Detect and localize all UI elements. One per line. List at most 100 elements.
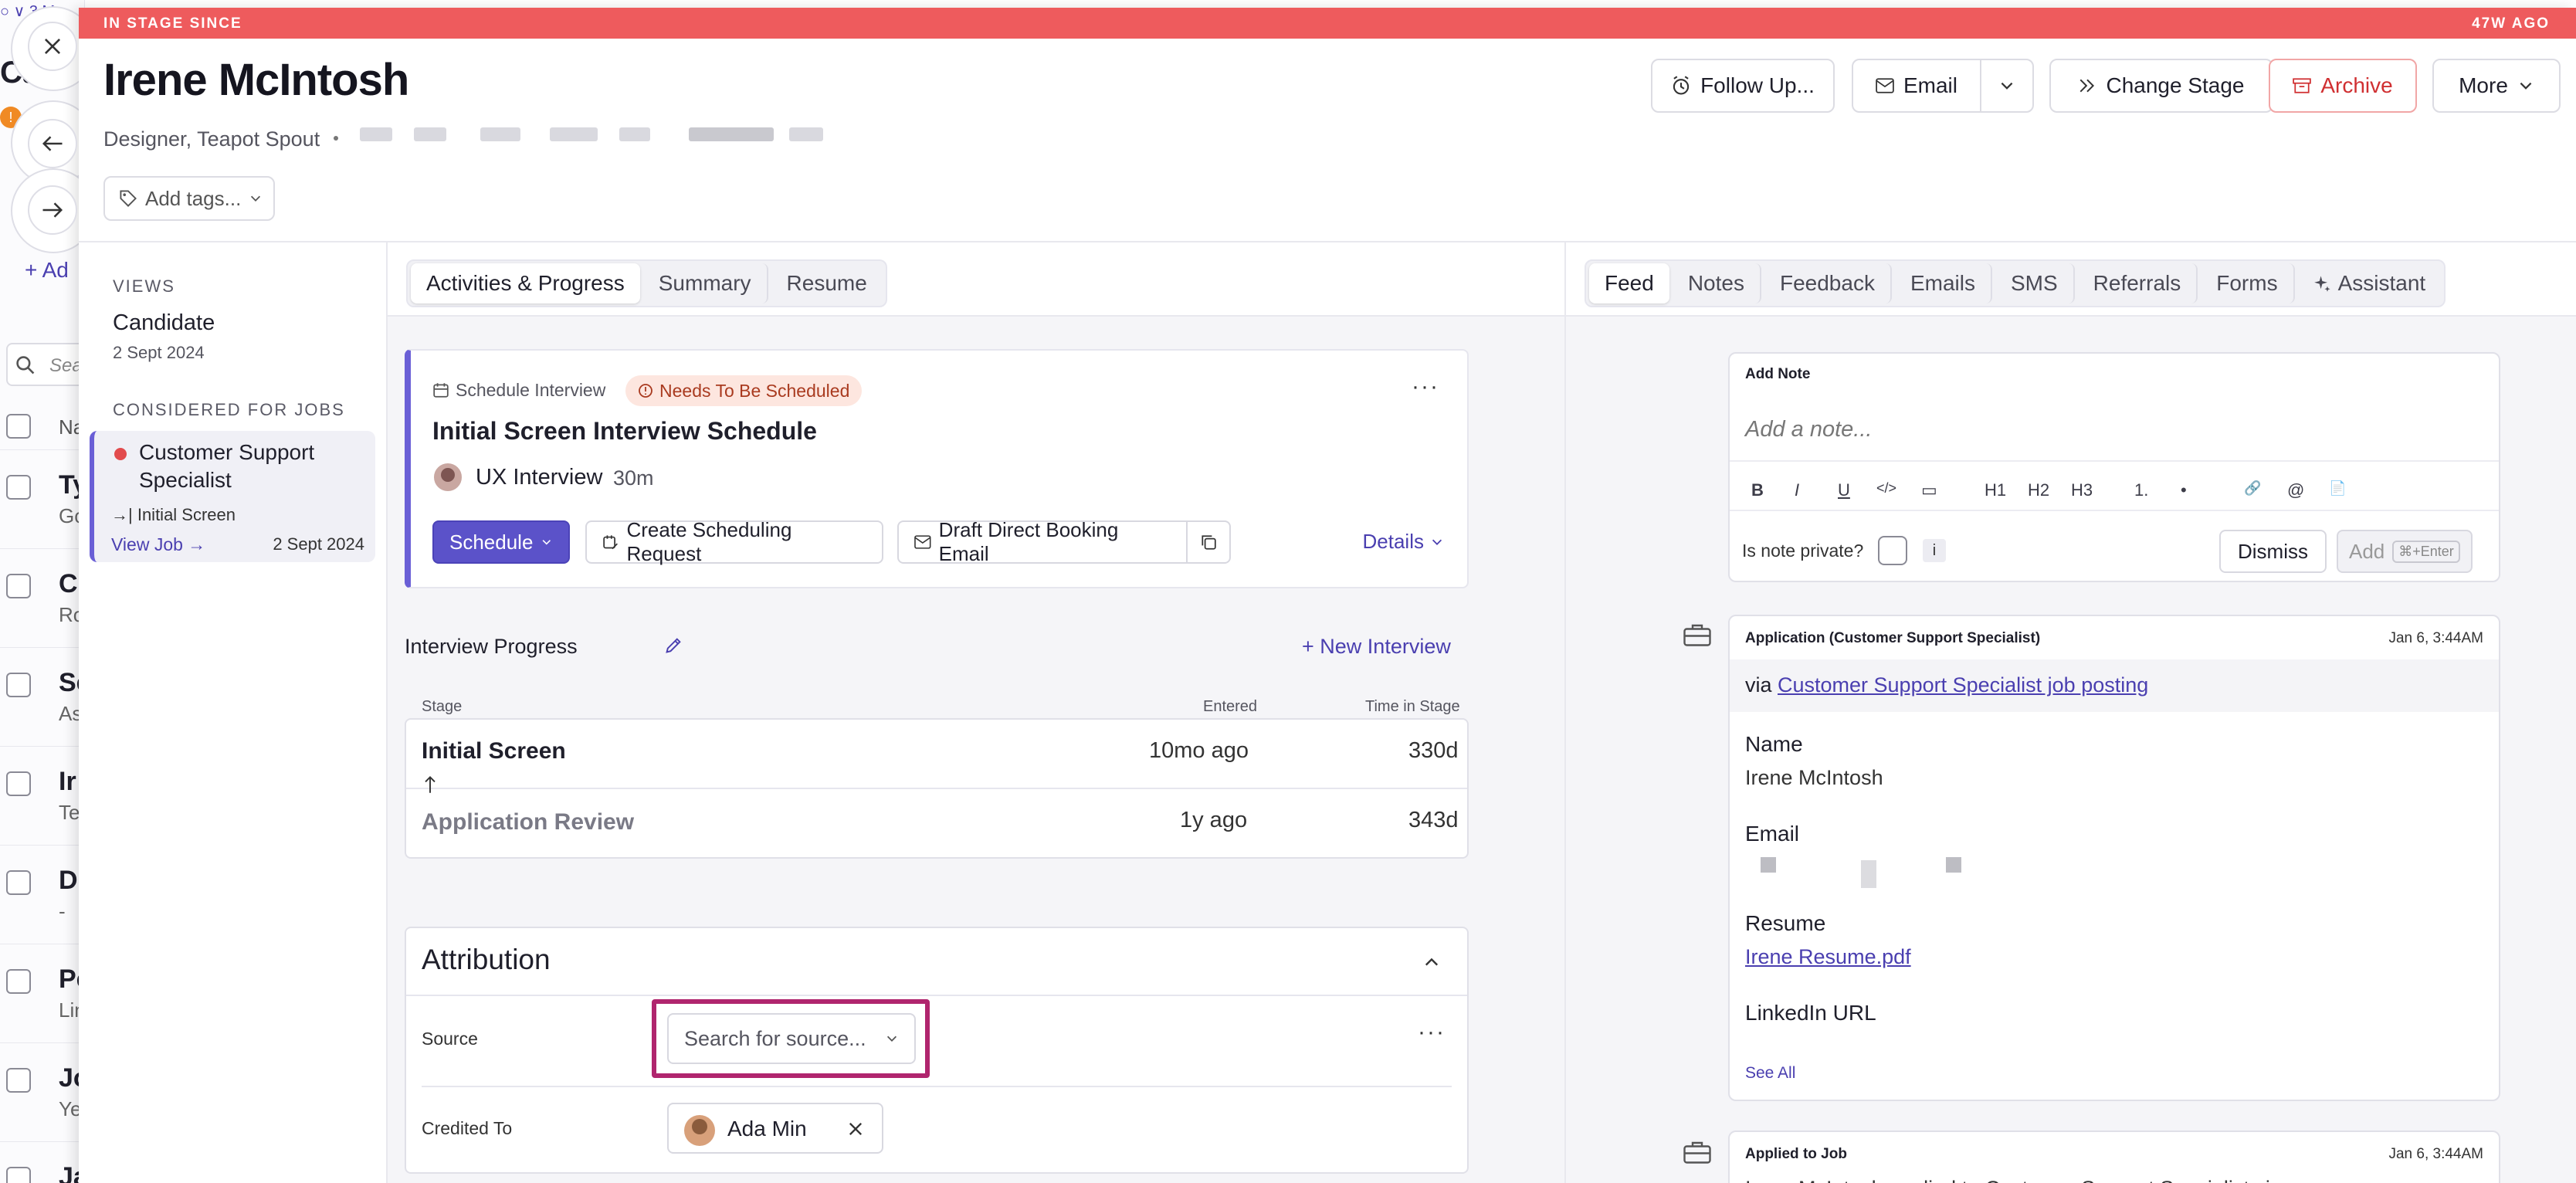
info-icon[interactable]: i (1923, 539, 1946, 562)
follow-up-button[interactable]: Follow Up... (1651, 59, 1835, 113)
attribution-card: Attribution Source Search for source... … (405, 927, 1469, 1174)
tab-activities-progress[interactable]: Activities & Progress (411, 263, 640, 303)
copy-link-button[interactable] (1186, 520, 1231, 564)
previous-candidate-button[interactable] (28, 119, 77, 168)
table-row[interactable]: SeAs (0, 647, 84, 746)
stage-name: Initial Screen (422, 738, 566, 764)
col-stage: Stage (422, 698, 463, 715)
row-sub: Ye (59, 1097, 82, 1120)
job-title-line1: Customer Support (139, 440, 315, 464)
credited-name: Ada Min (727, 1117, 807, 1141)
schedule-button[interactable]: Schedule (432, 520, 570, 564)
application-title: Application (Customer Support Specialist… (1745, 630, 2041, 646)
bold-icon[interactable]: B (1751, 480, 1764, 500)
resume-link[interactable]: Irene Resume.pdf (1745, 945, 1911, 969)
pencil-icon[interactable] (664, 636, 683, 655)
card-menu-button[interactable]: ··· (1412, 374, 1439, 400)
code-icon[interactable]: </> (1876, 480, 1896, 497)
row-checkbox[interactable] (6, 870, 31, 895)
new-interview-link[interactable]: + New Interview (1302, 635, 1451, 659)
bg-add-link[interactable]: + Ad (25, 258, 69, 283)
tab-emails[interactable]: Emails (1895, 263, 1992, 303)
table-row[interactable]: PeLin (0, 944, 84, 1042)
dismiss-button[interactable]: Dismiss (2219, 530, 2327, 573)
view-candidate-link[interactable]: Candidate (113, 310, 215, 336)
tab-feedback[interactable]: Feedback (1764, 263, 1892, 303)
heading2-icon[interactable]: H2 (2028, 480, 2049, 500)
tab-feed[interactable]: Feed (1589, 263, 1669, 303)
activities-content: Schedule Interview Needs To Be Scheduled… (388, 317, 1564, 1183)
row-checkbox[interactable] (6, 771, 31, 796)
source-label: Source (422, 1029, 478, 1049)
table-row[interactable]: JoYe (0, 1042, 84, 1141)
col-time-in-stage: Time in Stage (1365, 698, 1460, 715)
source-select[interactable]: Search for source... (667, 1013, 916, 1064)
row-checkbox[interactable] (6, 475, 31, 500)
mention-icon[interactable]: @ (2287, 480, 2304, 500)
ordered-list-icon[interactable]: 1. (2134, 480, 2148, 500)
bullet-list-icon[interactable]: • (2181, 480, 2187, 500)
note-input[interactable]: Add a note... (1745, 417, 1872, 442)
table-row[interactable]: Ty Go (0, 449, 84, 548)
row-checkbox[interactable] (6, 1068, 31, 1093)
heading1-icon[interactable]: H1 (1985, 480, 2006, 500)
table-row[interactable]: Ir Te (0, 746, 84, 845)
table-row[interactable]: Ja (0, 1141, 84, 1183)
email-dropdown-button[interactable] (1980, 59, 2034, 113)
job-posting-link[interactable]: Customer Support Specialist job posting (1778, 673, 2148, 697)
candidate-name: Irene McIntosh (103, 55, 409, 105)
remove-icon[interactable] (846, 1120, 865, 1138)
credited-chip[interactable]: Ada Min (667, 1103, 883, 1154)
heading3-icon[interactable]: H3 (2071, 480, 2093, 500)
table-row[interactable]: D- (0, 845, 84, 944)
change-stage-button[interactable]: Change Stage (2049, 59, 2273, 113)
attribution-header[interactable]: Attribution (406, 928, 1467, 996)
see-all-link[interactable]: See All (1745, 1064, 1795, 1083)
add-note-button[interactable]: Add ⌘+Enter (2337, 530, 2473, 573)
alarm-clock-icon (1673, 76, 1690, 95)
email-button[interactable]: Email (1852, 59, 1981, 113)
stage-bar: IN STAGE SINCE 47W AGO (79, 8, 2576, 39)
source-menu-button[interactable]: ··· (1418, 1019, 1446, 1046)
chevron-up-icon[interactable] (1422, 953, 1441, 971)
tab-sms[interactable]: SMS (1995, 263, 2075, 303)
close-drawer-button[interactable] (28, 22, 77, 71)
next-candidate-button-overlay[interactable] (28, 185, 77, 235)
row-checkbox[interactable] (6, 673, 31, 697)
code-block-icon[interactable]: ▭ (1921, 480, 1937, 500)
stage-time: 330d (1408, 738, 1459, 763)
job-card[interactable]: Customer Support Specialist →| Initial S… (90, 431, 375, 562)
ellipsis-icon: ··· (1412, 374, 1439, 399)
underline-icon[interactable]: U (1838, 480, 1850, 500)
view-job-link[interactable]: View Job → (111, 534, 205, 555)
table-row[interactable]: Application Review 1y ago 343d (406, 789, 1467, 859)
more-button[interactable]: More (2432, 59, 2561, 113)
table-row[interactable]: Initial Screen 10mo ago 330d (406, 720, 1467, 793)
italic-icon[interactable]: I (1795, 480, 1799, 500)
tab-referrals[interactable]: Referrals (2078, 263, 2198, 303)
details-link[interactable]: Details (1363, 530, 1444, 554)
stage-arrow-icon: →| (111, 505, 137, 524)
bg-search-input[interactable]: Sea (6, 343, 84, 386)
row-checkbox[interactable] (6, 969, 31, 994)
draft-booking-email-button[interactable]: Draft Direct Booking Email (897, 518, 1188, 565)
row-checkbox[interactable] (6, 1167, 31, 1183)
file-icon[interactable]: 📄 (2329, 480, 2346, 497)
private-checkbox[interactable] (1878, 536, 1907, 565)
row-checkbox[interactable] (6, 574, 31, 598)
tab-resume[interactable]: Resume (771, 263, 883, 303)
tab-assistant[interactable]: Assistant (2298, 263, 2442, 303)
archive-button[interactable]: Archive (2269, 59, 2417, 113)
table-row[interactable]: C Ro (0, 548, 84, 647)
chevron-down-icon (886, 1036, 897, 1042)
add-tags-button[interactable]: Add tags... (103, 176, 275, 221)
tab-summary[interactable]: Summary (643, 263, 768, 303)
tab-forms[interactable]: Forms (2201, 263, 2295, 303)
tab-notes[interactable]: Notes (1673, 263, 1761, 303)
create-scheduling-request-button[interactable]: Create Scheduling Request (585, 518, 883, 565)
bg-select-all-checkbox[interactable] (6, 414, 31, 439)
applied-title: Applied to Job (1745, 1146, 1847, 1162)
link-icon[interactable]: 🔗 (2244, 480, 2261, 497)
interview-duration: 30m (613, 466, 654, 490)
bg-search-placeholder: Sea (49, 355, 83, 376)
